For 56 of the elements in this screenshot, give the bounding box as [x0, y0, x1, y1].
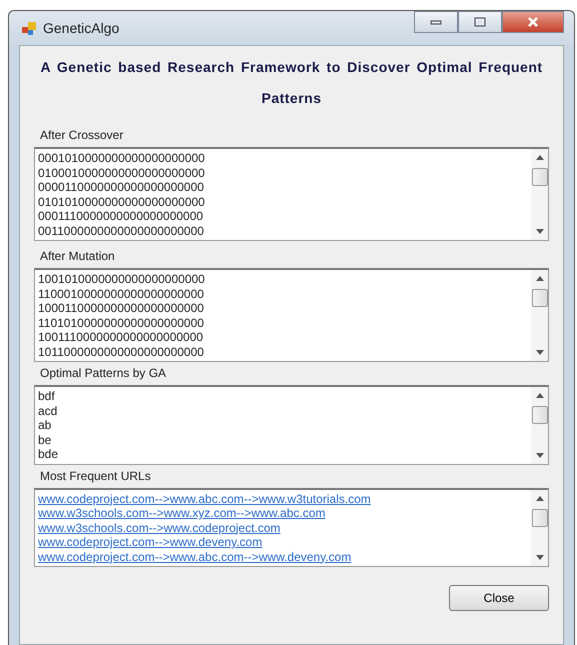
scroll-down-icon[interactable]	[536, 229, 544, 234]
list-line: bdf	[38, 389, 56, 404]
url-link[interactable]: www.codeproject.com-->www.deveny.com	[38, 535, 528, 550]
minimize-button[interactable]	[414, 11, 458, 33]
scroll-down-icon[interactable]	[536, 555, 544, 560]
list-line: 0100010000000000000000000	[38, 166, 206, 180]
list-line: be	[38, 432, 52, 447]
list-box[interactable]: 0001010000000000000000000 0100010000000000000000000 0000110000000000000000000 0101010000000000000000000 0001110000000000000000000 0011000000000000000000000	[34, 147, 549, 241]
url-link[interactable]: www.w3schools.com-->www.codeproject.com	[38, 520, 528, 535]
maximize-button[interactable]	[458, 11, 502, 33]
url-link[interactable]: www.codeproject.com-->www.abc.com-->www.deveny.com	[38, 550, 528, 564]
url-link[interactable]: www.codeproject.com-->www.abc.com-->www.w3tutorials.com	[38, 492, 528, 506]
scroll-thumb[interactable]	[532, 168, 548, 186]
scroll-up-icon[interactable]	[536, 393, 544, 398]
scrollbar[interactable]	[531, 149, 548, 240]
list-box[interactable]: 1001010000000000000000000 1100010000000000000000000 1000110000000000000000000 1101010000000000000000000 1001110000000000000000000 1011000000000000000000000	[34, 268, 549, 362]
list-box[interactable]	[34, 488, 549, 567]
scroll-up-icon[interactable]	[536, 155, 544, 160]
list-line: 0001110000000000000000000	[38, 209, 204, 224]
list-line: 1001010000000000000000000	[38, 272, 206, 286]
maximize-icon	[474, 17, 486, 27]
minimize-icon	[430, 19, 442, 25]
app-icon	[21, 20, 37, 36]
list-line: 1000110000000000000000000	[38, 301, 205, 316]
list-line: 0101010000000000000000000	[38, 194, 206, 209]
close-button[interactable]	[502, 11, 564, 33]
list-line: 0001010000000000000000000	[38, 151, 206, 166]
url-link[interactable]: www.w3schools.com-->www.xyz.com-->www.abc.com	[38, 506, 528, 520]
list-line: 0000110000000000000000000	[38, 180, 205, 194]
list-line: 1001110000000000000000000	[38, 330, 204, 344]
scrollbar[interactable]	[531, 387, 548, 464]
list-line: ab	[38, 418, 52, 432]
section-label: After Mutation	[39, 249, 116, 265]
list-line: bde	[38, 447, 60, 462]
list-box[interactable]: bdf acd ab be bde	[34, 385, 549, 464]
list-line: 1011000000000000000000000	[38, 344, 205, 359]
scrollbar[interactable]	[531, 270, 548, 361]
scroll-up-icon[interactable]	[536, 276, 544, 281]
list-line: acd	[38, 404, 58, 418]
scroll-down-icon[interactable]	[536, 452, 544, 458]
form-heading: A Genetic based Research Framework to Discover Optimal Frequent Patterns	[39, 58, 544, 108]
list-line: 0011000000000000000000000	[38, 224, 205, 238]
close-dialog-button[interactable]: Close	[449, 585, 549, 611]
scroll-down-icon[interactable]	[536, 350, 544, 355]
scroll-thumb[interactable]	[532, 289, 548, 307]
section-label: Most Frequent URLs	[39, 468, 152, 484]
close-icon	[527, 17, 539, 27]
scroll-thumb[interactable]	[532, 406, 548, 424]
scrollbar[interactable]	[531, 490, 548, 566]
section-label: Optimal Patterns by GA	[39, 366, 168, 382]
list-line: 1101010000000000000000000	[38, 316, 205, 330]
scroll-thumb[interactable]	[532, 508, 548, 526]
scroll-up-icon[interactable]	[536, 496, 544, 500]
list-line: 1100010000000000000000000	[38, 286, 205, 301]
window-title: GeneticAlgo	[43, 20, 120, 36]
section-label: After Crossover	[39, 128, 124, 144]
